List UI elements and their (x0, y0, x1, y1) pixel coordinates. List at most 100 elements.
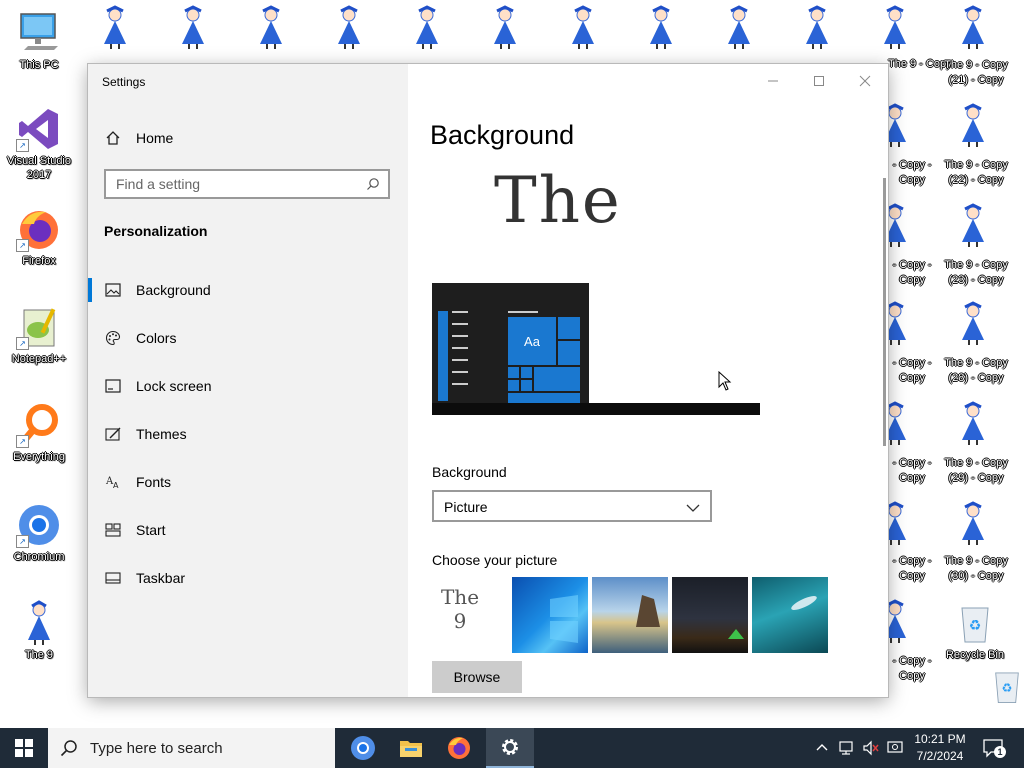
desktop-icon-copy[interactable] (563, 4, 603, 55)
desktop-icon-copy[interactable] (485, 4, 525, 55)
desktop-icon-copy[interactable] (251, 4, 291, 55)
maximize-button[interactable] (796, 64, 842, 98)
desktop-icon-copy[interactable] (953, 300, 993, 351)
browse-button[interactable]: Browse (432, 661, 522, 693)
desktop-icon-this-pc[interactable]: This PC (4, 10, 74, 72)
thumbnail-handwriting: The 9 (440, 585, 480, 633)
cirno-figure-icon (962, 203, 984, 247)
desktop-icon-copy[interactable] (797, 4, 837, 55)
chevron-up-icon[interactable] (816, 742, 828, 752)
desktop-icon-label: Recycle Bin (945, 649, 1005, 661)
desktop-icon-visual-studio[interactable]: ↗ Visual Studio 2017 (4, 106, 74, 182)
sidebar-item-lock-screen[interactable]: Lock screen (88, 362, 408, 410)
content-scrollbar[interactable] (883, 178, 886, 446)
sidebar-item-colors[interactable]: Colors (88, 314, 408, 362)
cirno-figure-icon (182, 5, 204, 49)
thumbnail-night-sky[interactable] (672, 577, 748, 653)
cirno-figure-icon (962, 103, 984, 147)
desktop-icon-recycle-bin[interactable]: ♻ Recycle Bin (940, 600, 1010, 662)
cirno-figure-icon (416, 5, 438, 49)
desktop-icon-notepad-plus-plus[interactable]: ↗ Notepad++ (4, 304, 74, 366)
desktop-icon-label: The 9 - Copy (21) - Copy (944, 59, 1008, 86)
sidebar-item-fonts[interactable]: AA Fonts (88, 458, 408, 506)
desktop-icon-copy[interactable] (953, 500, 993, 551)
taskbar-app-firefox[interactable] (435, 728, 483, 768)
minimize-button[interactable] (750, 64, 796, 98)
cirno-figure-icon (260, 5, 282, 49)
desktop-icon-label: The 9 - Copy (23) - Copy (944, 259, 1008, 286)
close-icon (859, 75, 871, 87)
desktop-icon-recycle-bin-2[interactable]: ♻ (968, 666, 1024, 712)
desktop-icon-label: The 9 - Copy (30) - Copy (944, 555, 1008, 582)
desktop-icon-chromium[interactable]: ↗ Chromium (4, 502, 74, 564)
volume-muted-icon[interactable] (862, 740, 880, 756)
swimmer-graphic (791, 596, 817, 610)
thumbnail-beach-rocks[interactable] (592, 577, 668, 653)
thumbnail-the-9[interactable]: The 9 (432, 577, 508, 653)
taskbar-app-settings[interactable] (486, 728, 534, 768)
close-button[interactable] (842, 64, 888, 98)
cirno-figure-icon (806, 5, 828, 49)
preview-taskbar (432, 403, 760, 415)
preview-handwriting: The (494, 164, 622, 238)
taskbar-app-file-explorer[interactable] (387, 728, 435, 768)
notification-badge: 1 (994, 746, 1006, 758)
fonts-icon: AA (104, 473, 122, 491)
settings-search-input[interactable] (106, 171, 356, 197)
desktop-icon-copy[interactable] (407, 4, 447, 55)
shortcut-arrow-icon: ↗ (16, 337, 29, 350)
cirno-figure-icon (962, 5, 984, 49)
desktop-icon-copy[interactable] (95, 4, 135, 55)
sidebar-item-background[interactable]: Background (88, 266, 408, 314)
desktop-icon-copy[interactable] (875, 4, 915, 55)
sidebar-item-taskbar[interactable]: Taskbar (88, 554, 408, 602)
recycle-bin-icon: ♻ (961, 607, 989, 643)
search-icon[interactable] (366, 177, 380, 196)
thumbnail-underwater[interactable] (752, 577, 828, 653)
taskbar-search-input[interactable] (88, 738, 322, 758)
desktop-icon-copy[interactable] (641, 4, 681, 55)
section-title: Personalization (104, 223, 208, 239)
desktop-icon-copy[interactable] (953, 400, 993, 451)
palette-icon (104, 329, 122, 347)
taskbar-search-box[interactable] (48, 728, 335, 768)
notification-center-button[interactable]: 1 (982, 738, 1006, 758)
desktop-icon-copy[interactable] (329, 4, 369, 55)
sidebar-item-themes[interactable]: Themes (88, 410, 408, 458)
minimize-icon (768, 80, 778, 82)
desktop-icon-copy[interactable] (953, 4, 993, 55)
background-type-dropdown[interactable]: Picture (432, 490, 712, 522)
desktop-icon-copy[interactable] (953, 202, 993, 253)
cirno-figure-icon (728, 5, 750, 49)
sidebar-item-label: Start (136, 522, 166, 538)
taskbar-icon (104, 569, 122, 587)
windows-logo-graphic (550, 595, 578, 643)
desktop-icon-everything[interactable]: ↗ Everything (4, 402, 74, 464)
desktop-icon-copy[interactable] (719, 4, 759, 55)
desktop-icon-copy[interactable] (173, 4, 213, 55)
start-button[interactable] (0, 728, 48, 768)
desktop-icon-copy[interactable] (953, 102, 993, 153)
start-menu-mockup: Aa (432, 283, 589, 405)
thumbnail-windows-blue[interactable] (512, 577, 588, 653)
display-icon[interactable] (886, 740, 904, 756)
cirno-figure-icon (494, 5, 516, 49)
cirno-figure-icon (572, 5, 594, 49)
desktop-icon-the-9[interactable]: The 9 (4, 600, 74, 662)
desktop-icon-firefox[interactable]: ↗ Firefox (4, 206, 74, 268)
system-clock[interactable]: 10:21 PM 7/2/2024 (912, 731, 968, 765)
home-link[interactable]: Home (104, 128, 173, 148)
desktop-icon-label: Chromium (13, 551, 65, 563)
taskbar-app-chromium[interactable] (339, 728, 387, 768)
start-icon (104, 521, 122, 539)
shortcut-arrow-icon: ↗ (16, 535, 29, 548)
settings-search-box[interactable] (104, 169, 390, 199)
settings-sidebar: Settings Home Personalization Background (88, 64, 408, 697)
chromium-icon (351, 736, 375, 760)
desktop-icon-label: This PC (19, 59, 59, 71)
network-icon[interactable] (838, 740, 856, 756)
desktop-icon-label: The 9 - Copy (29) - Copy (944, 457, 1008, 484)
chevron-down-icon (686, 500, 700, 518)
search-icon (60, 740, 77, 757)
sidebar-item-start[interactable]: Start (88, 506, 408, 554)
